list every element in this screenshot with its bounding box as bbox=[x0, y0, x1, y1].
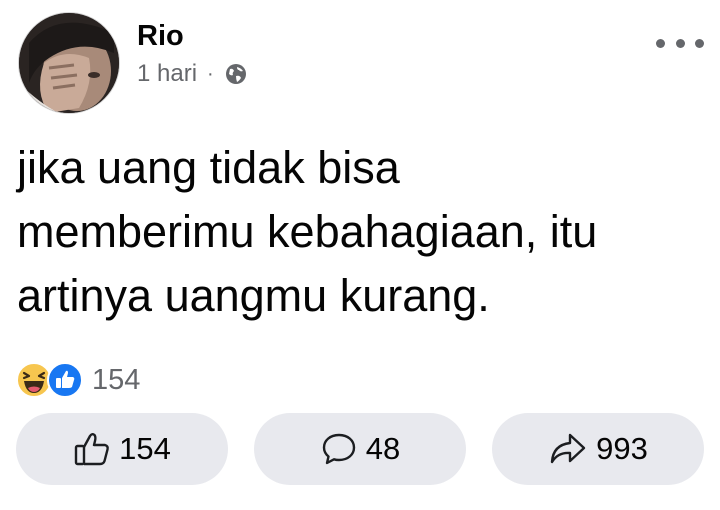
post-text: jika uang tidak bisa memberimu kebahagia… bbox=[17, 142, 598, 321]
more-dot bbox=[675, 38, 685, 48]
comment-button[interactable]: 48 bbox=[254, 413, 466, 485]
like-count: 154 bbox=[119, 431, 171, 466]
share-count: 993 bbox=[596, 431, 648, 466]
post-time[interactable]: 1 hari bbox=[137, 60, 197, 88]
share-button[interactable]: 993 bbox=[492, 413, 704, 485]
author-name[interactable]: Rio bbox=[137, 18, 184, 54]
globe-icon[interactable] bbox=[224, 62, 248, 86]
like-icon bbox=[47, 362, 83, 398]
reaction-count: 154 bbox=[92, 363, 141, 396]
post-meta: 1 hari · bbox=[137, 58, 248, 90]
more-dot bbox=[695, 38, 704, 48]
more-dot bbox=[656, 38, 665, 48]
like-button[interactable]: 154 bbox=[16, 413, 228, 485]
avatar-photo bbox=[19, 13, 119, 113]
reactions-summary[interactable]: 154 bbox=[16, 362, 140, 398]
reaction-icons bbox=[16, 362, 92, 398]
comment-icon bbox=[322, 433, 355, 465]
more-options-button[interactable] bbox=[656, 32, 704, 54]
avatar[interactable] bbox=[18, 12, 120, 114]
comment-count: 48 bbox=[365, 431, 401, 466]
post-card: Rio 1 hari · jika uang tidak bisa member… bbox=[0, 0, 720, 510]
meta-separator: · bbox=[207, 62, 214, 85]
thumbs-up-icon bbox=[74, 433, 110, 466]
share-icon bbox=[550, 433, 586, 464]
